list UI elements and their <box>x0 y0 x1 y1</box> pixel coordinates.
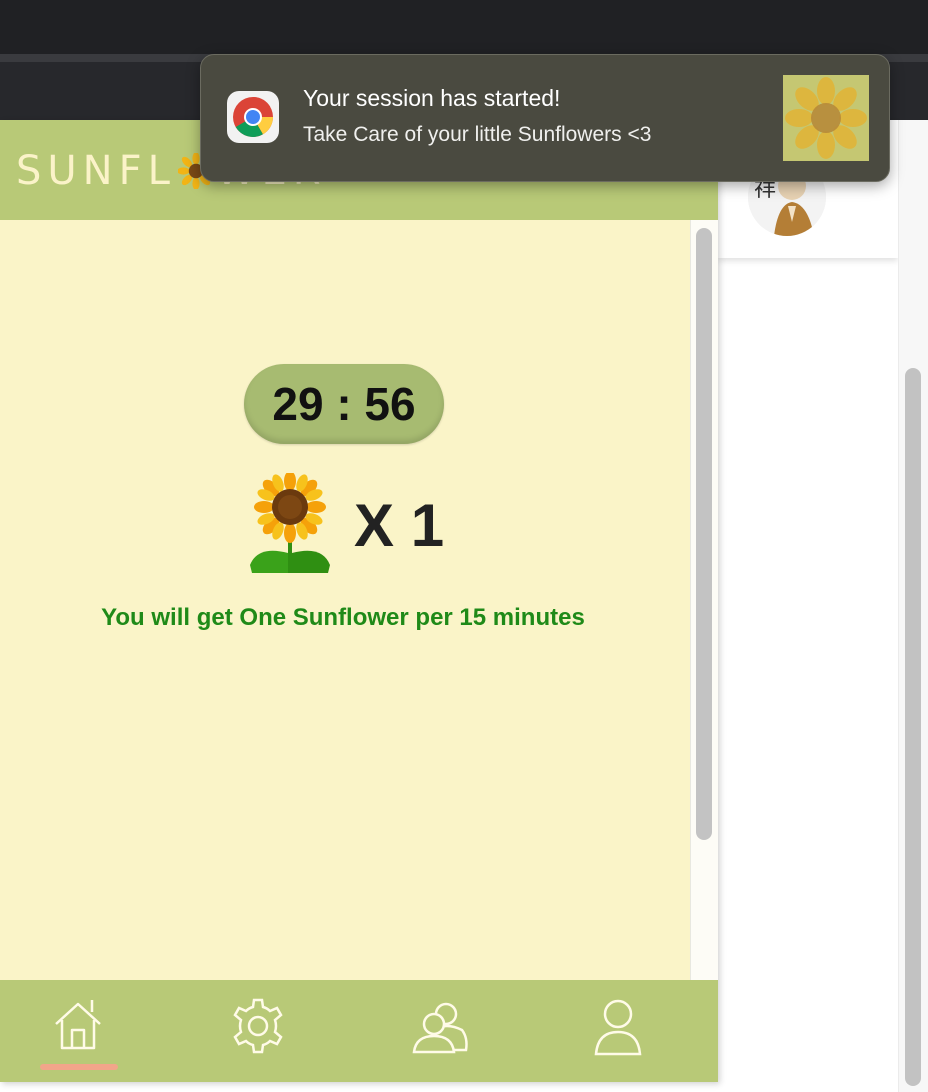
session-notification[interactable]: Your session has started! Take Care of y… <box>200 54 890 182</box>
chrome-icon <box>227 91 279 143</box>
nav-friends[interactable] <box>400 996 480 1076</box>
sunflower-icon <box>250 473 330 573</box>
nav-active-indicator <box>40 1064 118 1070</box>
bottom-nav <box>0 980 718 1082</box>
user-icon <box>594 999 642 1056</box>
users-icon <box>412 1002 468 1054</box>
notification-sunflower-image <box>783 75 869 161</box>
popup-scrollbar-thumb[interactable] <box>696 228 712 840</box>
session-timer: 29 : 56 <box>244 364 444 444</box>
gear-icon <box>233 998 283 1054</box>
nav-profile[interactable] <box>578 996 658 1076</box>
sunflower-counter: X 1 <box>248 472 444 578</box>
home-icon <box>55 1000 101 1050</box>
notification-title: Your session has started! <box>303 85 561 111</box>
extension-popup: SUNFL WER 29 : 56 <box>0 120 718 1082</box>
sunflower-count: X 1 <box>354 491 445 559</box>
logo-text-start: SUNFL <box>16 148 176 194</box>
browser-titlebar <box>0 0 928 54</box>
nav-settings[interactable] <box>218 996 298 1076</box>
page-scrollbar-thumb[interactable] <box>905 368 921 1086</box>
notification-body: Take Care of your little Sunflowers <3 <box>303 123 652 146</box>
info-text: You will get One Sunflower per 15 minute… <box>101 604 585 631</box>
